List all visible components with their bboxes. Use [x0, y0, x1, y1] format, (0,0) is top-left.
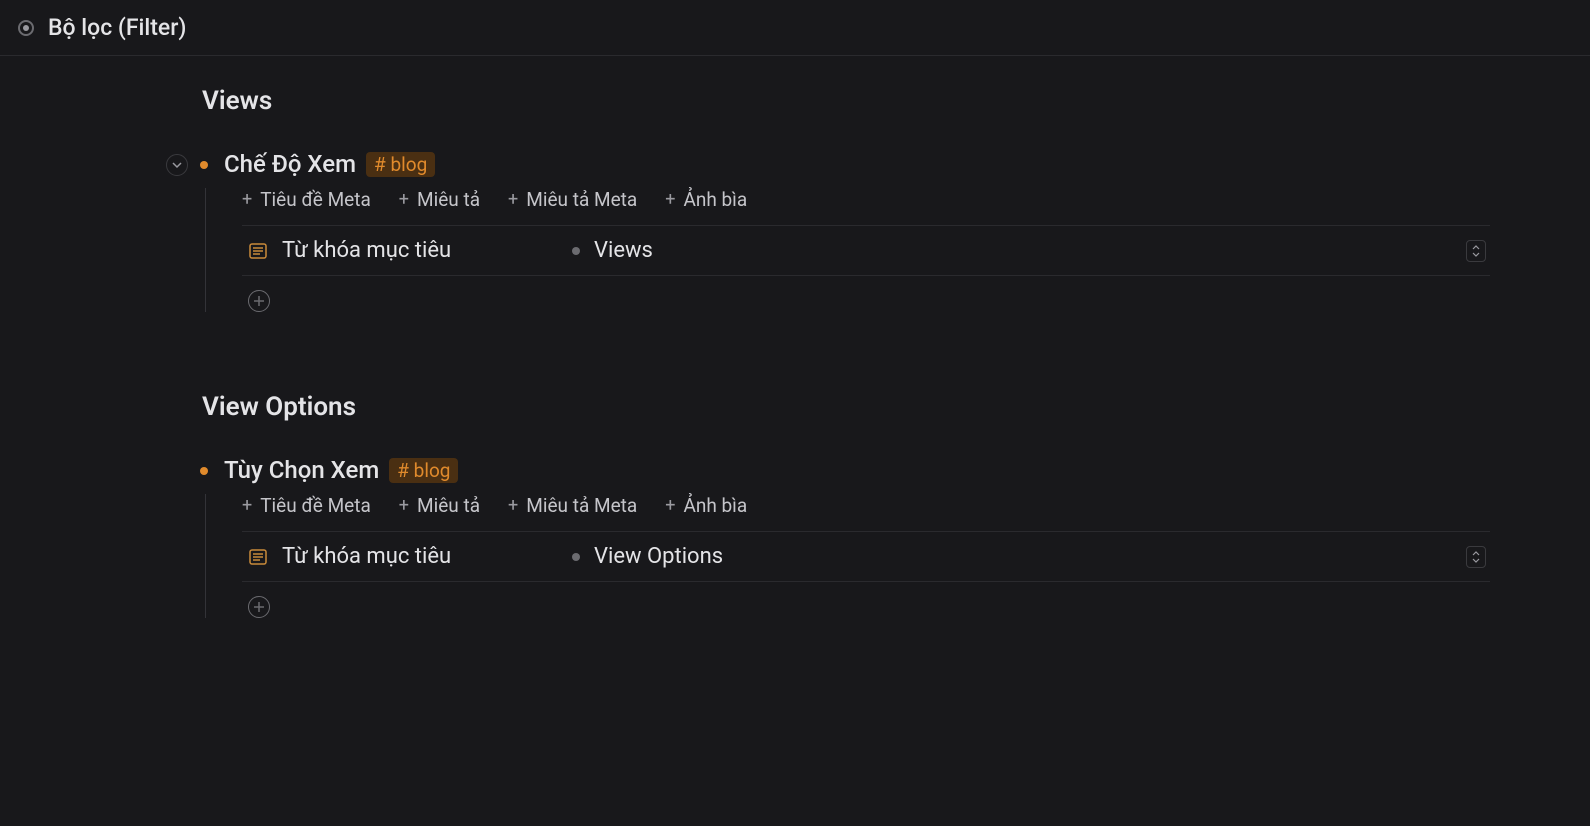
meta-button-row: + Tiêu đề Meta + Miêu tả + Miêu tả Meta + Ản…: [242, 188, 1590, 211]
sort-selector-button[interactable]: [1466, 240, 1486, 262]
plus-icon: [253, 295, 265, 307]
meta-btn-label: Miêu tả: [417, 188, 480, 211]
plus-icon: +: [508, 495, 518, 516]
property-label: Từ khóa mục tiêu: [282, 238, 451, 263]
tag-blog[interactable]: # blog: [366, 152, 435, 177]
dot-icon: [572, 553, 580, 561]
add-property-button[interactable]: [248, 290, 270, 312]
meta-btn-label: Miêu tả: [417, 494, 480, 517]
item-title-row: Chế Độ Xem # blog: [224, 150, 1590, 178]
bullet-icon: [200, 467, 208, 475]
add-description-button[interactable]: + Miêu tả: [399, 188, 480, 211]
meta-button-row: + Tiêu đề Meta + Miêu tả + Miêu tả Meta + Ản…: [242, 494, 1590, 517]
sort-selector-button[interactable]: [1466, 546, 1486, 568]
add-property-row: [242, 290, 1590, 312]
content-area: Views Chế Độ Xem # blog + Tiêu đề Meta + M…: [0, 56, 1590, 618]
property-value-cell: View Options: [572, 544, 1490, 569]
bullet-outline-icon: [18, 20, 34, 36]
bullet-dot-icon: [23, 25, 29, 31]
item-title[interactable]: Chế Độ Xem: [224, 150, 356, 178]
property-label-cell: Từ khóa mục tiêu: [242, 238, 572, 263]
meta-btn-label: Ảnh bìa: [683, 494, 747, 517]
group-title: View Options: [202, 392, 1590, 422]
group-view-options: View Options Tùy Chọn Xem # blog + Tiêu đ…: [0, 392, 1590, 618]
meta-btn-label: Miêu tả Meta: [526, 188, 637, 211]
plus-icon: +: [399, 495, 409, 516]
item-title[interactable]: Tùy Chọn Xem: [224, 456, 379, 484]
add-meta-description-button[interactable]: + Miêu tả Meta: [508, 494, 637, 517]
add-property-button[interactable]: [248, 596, 270, 618]
collapse-spacer: [166, 460, 188, 482]
chevron-down-icon: [171, 159, 183, 171]
plus-icon: +: [242, 189, 252, 210]
meta-btn-label: Tiêu đề Meta: [260, 494, 371, 517]
property-row[interactable]: Từ khóa mục tiêu Views: [242, 225, 1490, 276]
item-title-row: Tùy Chọn Xem # blog: [224, 456, 1590, 484]
add-description-button[interactable]: + Miêu tả: [399, 494, 480, 517]
chevron-up-down-icon: [1471, 550, 1481, 564]
list-item: Chế Độ Xem # blog + Tiêu đề Meta + Miêu tả…: [166, 150, 1590, 312]
bullet-icon: [200, 161, 208, 169]
add-meta-title-button[interactable]: + Tiêu đề Meta: [242, 188, 371, 211]
property-value-cell: Views: [572, 238, 1490, 263]
property-value: Views: [594, 238, 653, 263]
add-property-row: [242, 596, 1590, 618]
property-value: View Options: [594, 544, 723, 569]
plus-icon: +: [665, 495, 675, 516]
group-title: Views: [202, 86, 1590, 116]
chevron-up-down-icon: [1471, 244, 1481, 258]
add-meta-title-button[interactable]: + Tiêu đề Meta: [242, 494, 371, 517]
add-cover-image-button[interactable]: + Ảnh bìa: [665, 494, 747, 517]
property-row[interactable]: Từ khóa mục tiêu View Options: [242, 531, 1490, 582]
plus-icon: [253, 601, 265, 613]
plus-icon: +: [242, 495, 252, 516]
add-cover-image-button[interactable]: + Ảnh bìa: [665, 188, 747, 211]
dot-icon: [572, 247, 580, 255]
plus-icon: +: [508, 189, 518, 210]
plus-icon: +: [665, 189, 675, 210]
add-meta-description-button[interactable]: + Miêu tả Meta: [508, 188, 637, 211]
list-icon: [248, 241, 268, 261]
plus-icon: +: [399, 189, 409, 210]
property-label: Từ khóa mục tiêu: [282, 544, 451, 569]
tag-blog[interactable]: # blog: [389, 458, 458, 483]
list-icon: [248, 547, 268, 567]
page-title: Bộ lọc (Filter): [48, 14, 186, 41]
property-label-cell: Từ khóa mục tiêu: [242, 544, 572, 569]
meta-btn-label: Ảnh bìa: [683, 188, 747, 211]
group-views: Views Chế Độ Xem # blog + Tiêu đề Meta + M…: [0, 86, 1590, 312]
list-item: Tùy Chọn Xem # blog + Tiêu đề Meta + Miêu …: [166, 456, 1590, 618]
meta-btn-label: Miêu tả Meta: [526, 494, 637, 517]
page-header: Bộ lọc (Filter): [0, 0, 1590, 56]
collapse-button[interactable]: [166, 154, 188, 176]
meta-btn-label: Tiêu đề Meta: [260, 188, 371, 211]
